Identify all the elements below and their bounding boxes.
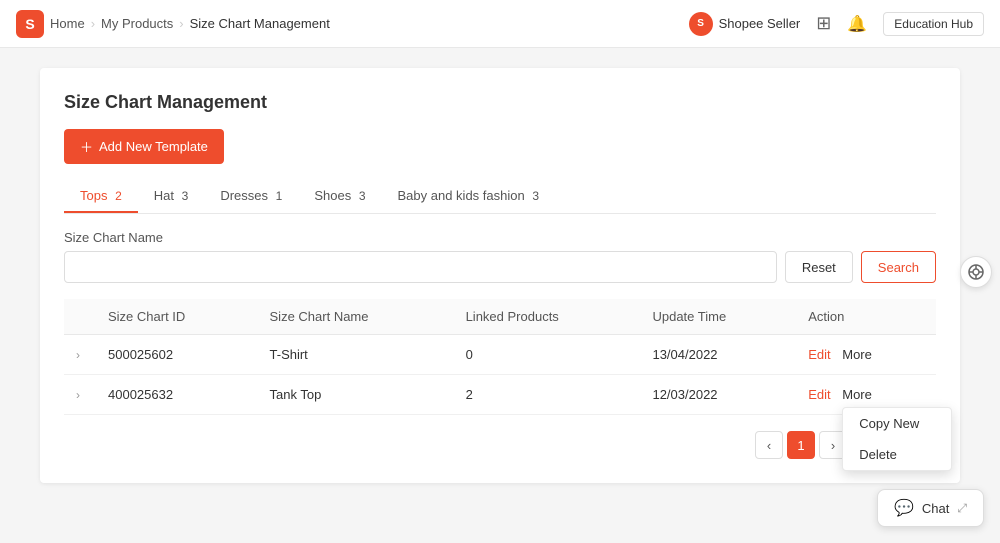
row1-linked: 0	[454, 335, 641, 375]
breadcrumb: S Home › My Products › Size Chart Manage…	[16, 10, 330, 38]
row1-more-button[interactable]: More	[842, 347, 872, 362]
prev-page-button[interactable]: ‹	[755, 431, 783, 459]
page-1-button[interactable]: 1	[787, 431, 815, 459]
col-name-header: Size Chart Name	[258, 299, 454, 335]
reset-button[interactable]: Reset	[785, 251, 853, 283]
seller-badge: S Shopee Seller	[689, 12, 801, 36]
tab-baby-kids[interactable]: Baby and kids fashion 3	[382, 180, 556, 213]
tab-hat-count: 3	[182, 189, 189, 203]
notification-bell-icon[interactable]: 🔔	[847, 14, 867, 34]
tab-dresses-count: 1	[276, 189, 283, 203]
row2-updated: 12/03/2022	[640, 375, 796, 415]
education-hub-button[interactable]: Education Hub	[883, 12, 984, 36]
top-navigation: S Home › My Products › Size Chart Manage…	[0, 0, 1000, 48]
shopee-logo: S	[16, 10, 44, 38]
tab-tops-count: 2	[115, 189, 122, 203]
col-id-header: Size Chart ID	[96, 299, 258, 335]
chat-icon: 💬	[894, 498, 914, 518]
row1-id: 500025602	[96, 335, 258, 375]
nav-right-section: S Shopee Seller ⊞ 🔔 Education Hub	[689, 12, 984, 36]
row2-id: 400025632	[96, 375, 258, 415]
tab-shoes-label: Shoes	[314, 188, 351, 203]
row1-expand: ›	[64, 335, 96, 375]
size-chart-name-input[interactable]	[64, 251, 777, 283]
col-linked-header: Linked Products	[454, 299, 641, 335]
current-page-breadcrumb: Size Chart Management	[190, 16, 330, 31]
more-dropdown-menu: Copy New Delete	[842, 407, 952, 471]
copy-new-menu-item[interactable]: Copy New	[843, 408, 951, 439]
chat-button[interactable]: 💬 Chat ⤢	[877, 489, 984, 527]
tab-dresses-label: Dresses	[220, 188, 268, 203]
shopee-seller-icon: S	[689, 12, 713, 36]
row2-edit-button[interactable]: Edit	[808, 387, 830, 402]
pagination: ‹ 1 › 24 / page 48 / page 96 / page	[64, 431, 936, 459]
main-content: Size Chart Management ＋ Add New Template…	[0, 48, 1000, 543]
row2-name: Tank Top	[258, 375, 454, 415]
tab-tops-label: Tops	[80, 188, 107, 203]
my-products-link[interactable]: My Products	[101, 16, 173, 31]
search-button[interactable]: Search	[861, 251, 936, 283]
filter-label: Size Chart Name	[64, 230, 936, 245]
row2-more-button[interactable]: More Copy New Delete	[842, 387, 872, 402]
home-link[interactable]: Home	[50, 16, 85, 31]
tab-shoes-count: 3	[359, 189, 366, 203]
tab-dresses[interactable]: Dresses 1	[204, 180, 298, 213]
row1-name: T-Shirt	[258, 335, 454, 375]
tab-baby-kids-count: 3	[532, 189, 539, 203]
col-updated-header: Update Time	[640, 299, 796, 335]
row2-linked: 2	[454, 375, 641, 415]
row1-edit-button[interactable]: Edit	[808, 347, 830, 362]
expand-icon[interactable]: ›	[76, 348, 80, 362]
apps-icon[interactable]: ⊞	[816, 13, 831, 34]
tab-tops[interactable]: Tops 2	[64, 180, 138, 213]
filter-row: Reset Search	[64, 251, 936, 283]
tab-baby-kids-label: Baby and kids fashion	[398, 188, 525, 203]
tab-shoes[interactable]: Shoes 3	[298, 180, 381, 213]
size-chart-table: Size Chart ID Size Chart Name Linked Pro…	[64, 299, 936, 415]
tab-hat[interactable]: Hat 3	[138, 180, 205, 213]
seller-label: Shopee Seller	[719, 16, 801, 31]
add-button-label: Add New Template	[99, 139, 208, 154]
category-tabs: Tops 2 Hat 3 Dresses 1 Shoes 3 Baby and …	[64, 180, 936, 214]
col-action-header: Action	[796, 299, 936, 335]
col-expand	[64, 299, 96, 335]
table-row: › 500025602 T-Shirt 0 13/04/2022 Edit Mo…	[64, 335, 936, 375]
row1-action: Edit More	[796, 335, 936, 375]
tab-hat-label: Hat	[154, 188, 174, 203]
expand-icon[interactable]: ›	[76, 388, 80, 402]
delete-menu-item[interactable]: Delete	[843, 439, 951, 470]
breadcrumb-sep-2: ›	[179, 16, 183, 31]
row2-expand: ›	[64, 375, 96, 415]
table-row: › 400025632 Tank Top 2 12/03/2022 Edit M…	[64, 375, 936, 415]
chat-expand-icon: ⤢	[957, 501, 967, 516]
support-icon[interactable]	[960, 256, 992, 288]
row2-action: Edit More Copy New Delete	[796, 375, 936, 415]
size-chart-card: Size Chart Management ＋ Add New Template…	[40, 68, 960, 483]
breadcrumb-sep-1: ›	[91, 16, 95, 31]
chat-label: Chat	[922, 501, 949, 516]
add-new-template-button[interactable]: ＋ Add New Template	[64, 129, 224, 164]
row1-updated: 13/04/2022	[640, 335, 796, 375]
plus-icon: ＋	[80, 137, 93, 156]
card-title: Size Chart Management	[64, 92, 936, 113]
